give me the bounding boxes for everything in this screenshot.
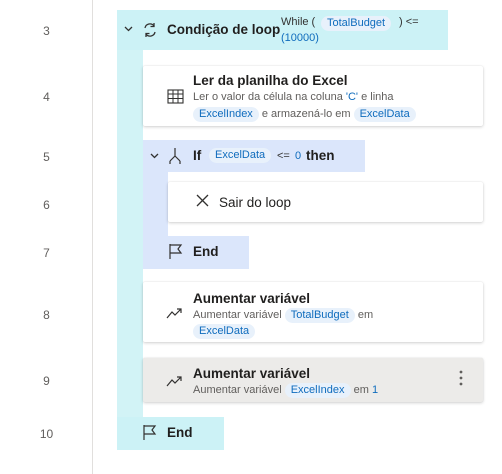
loop-condition-action[interactable]: Condição de loop While ( TotalBudget ) <… bbox=[117, 10, 448, 50]
exit-loop-action[interactable]: Sair do loop bbox=[168, 182, 483, 222]
action-description: Ler o valor da célula na coluna 'C' e li… bbox=[193, 91, 394, 103]
trend-up-icon bbox=[166, 374, 183, 392]
loop-end-action[interactable]: End bbox=[117, 417, 224, 450]
desc-text: e linha bbox=[361, 91, 394, 103]
variable-token: ExcelData bbox=[353, 107, 416, 122]
close-icon bbox=[196, 194, 209, 212]
line-number: 7 bbox=[43, 246, 50, 260]
line-number: 3 bbox=[43, 24, 50, 38]
compare-value: 0 bbox=[295, 150, 302, 162]
line-number: 8 bbox=[43, 308, 50, 322]
action-description-line2: ExcelData bbox=[193, 324, 256, 339]
action-title: Aumentar variável bbox=[193, 366, 311, 381]
read-excel-action[interactable]: Ler da planilha do Excel Ler o valor da … bbox=[143, 66, 483, 126]
line-number-gutter bbox=[0, 0, 93, 474]
loop-block-rail bbox=[117, 50, 143, 420]
action-description-line2: ExcelIndex e armazená-lo em ExcelData bbox=[193, 107, 416, 122]
operator-text: ) <= bbox=[399, 16, 419, 28]
desc-text: em bbox=[353, 384, 369, 396]
action-title: Sair do loop bbox=[219, 195, 292, 210]
loop-title: Condição de loop bbox=[167, 22, 281, 37]
flag-icon bbox=[142, 424, 158, 446]
operator-text: <= bbox=[277, 150, 290, 162]
then-keyword: then bbox=[306, 148, 335, 163]
desc-text: Aumentar variável bbox=[193, 309, 282, 321]
loop-icon bbox=[141, 21, 159, 44]
desc-text: em bbox=[357, 309, 374, 321]
line-number: 4 bbox=[43, 90, 50, 104]
trend-up-icon bbox=[166, 306, 183, 324]
loop-limit-value: (10000) bbox=[281, 32, 319, 44]
end-label: End bbox=[193, 244, 219, 259]
increase-variable-action[interactable]: Aumentar variável Aumentar variável Tota… bbox=[143, 282, 483, 342]
excel-worksheet-icon bbox=[167, 89, 184, 110]
variable-token: ExcelIndex bbox=[284, 383, 351, 398]
variable-token: TotalBudget bbox=[284, 308, 355, 323]
more-options-icon[interactable] bbox=[459, 370, 463, 389]
variable-token: ExcelData bbox=[209, 148, 272, 163]
line-number: 10 bbox=[39, 427, 54, 441]
increase-variable-action[interactable]: Aumentar variável Aumentar variável Exce… bbox=[143, 358, 483, 402]
action-title: Aumentar variável bbox=[193, 291, 311, 306]
if-end-action[interactable]: End bbox=[143, 236, 249, 269]
increment-value: 1 bbox=[371, 384, 379, 396]
desc-text: Ler o valor da célula na coluna bbox=[193, 91, 343, 103]
action-description: Aumentar variável TotalBudget em bbox=[193, 308, 373, 323]
desc-text: Aumentar variável bbox=[193, 384, 282, 396]
column-value: 'C' bbox=[345, 91, 359, 103]
variable-token: ExcelIndex bbox=[193, 107, 259, 122]
desc-text: e armazená-lo em bbox=[261, 108, 351, 120]
variable-token: ExcelData bbox=[193, 324, 256, 339]
while-keyword: While ( bbox=[281, 16, 316, 28]
if-action[interactable]: If ExcelData <= 0 then bbox=[143, 140, 365, 172]
action-description: Aumentar variável ExcelIndex em 1 bbox=[193, 383, 378, 398]
line-number: 5 bbox=[43, 150, 50, 164]
line-number: 9 bbox=[43, 374, 50, 388]
chevron-down-icon[interactable] bbox=[149, 150, 160, 164]
variable-token: TotalBudget bbox=[321, 16, 392, 31]
chevron-down-icon[interactable] bbox=[123, 23, 134, 37]
line-number: 6 bbox=[43, 198, 50, 212]
flag-icon bbox=[168, 243, 184, 265]
if-block-rail bbox=[143, 172, 168, 238]
branch-icon bbox=[167, 147, 183, 170]
end-label: End bbox=[167, 425, 193, 440]
if-keyword: If bbox=[193, 148, 202, 163]
action-title: Ler da planilha do Excel bbox=[193, 73, 348, 88]
